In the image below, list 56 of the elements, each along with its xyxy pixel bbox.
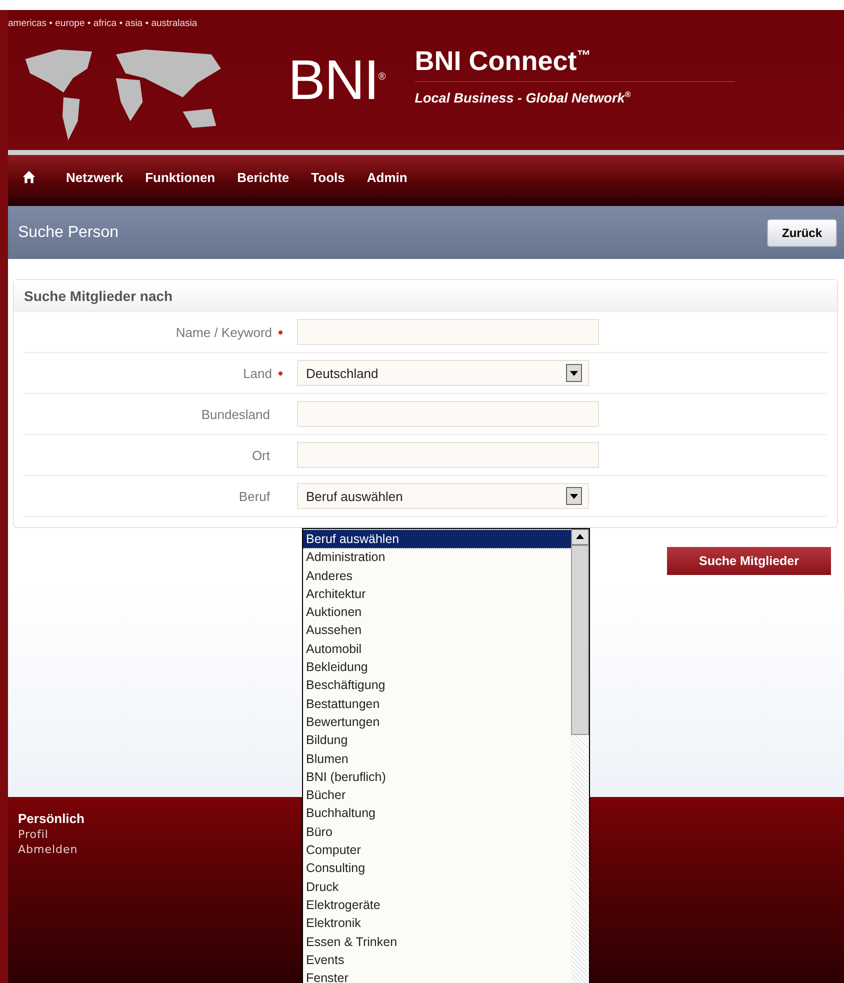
nav-link[interactable]: Tools — [311, 170, 345, 184]
input-field[interactable] — [297, 319, 599, 345]
dropdown-option[interactable]: Computer — [303, 841, 571, 860]
bni-logo: BNI$^{®}$ — [288, 52, 385, 108]
field-label: Beruf — [238, 488, 270, 504]
field-label: Name / Keyword — [176, 324, 272, 340]
site-title: BNI Connect$^{™}$ — [414, 46, 735, 82]
scroll-up-icon[interactable] — [576, 533, 584, 541]
select-field[interactable]: Deutschland — [297, 360, 589, 386]
tagline: Local Business - Global Network$^{®}$ — [414, 90, 632, 106]
field-label: Ort — [252, 448, 270, 462]
dropdown-option[interactable]: Beschäftigung — [303, 676, 571, 695]
dropdown-option[interactable]: Bestattungen — [303, 694, 571, 713]
dropdown-option[interactable]: Blumen — [303, 750, 571, 768]
dropdown-option[interactable]: BNI (beruflich) — [303, 768, 571, 786]
nav-link[interactable]: Admin — [366, 170, 408, 184]
dropdown-option[interactable]: Automobil — [303, 640, 571, 658]
dropdown-option[interactable]: Druck — [303, 878, 571, 896]
nav-link[interactable]: Berichte — [237, 170, 290, 184]
dropdown-option[interactable]: Buchhaltung — [303, 804, 571, 823]
caret-icon — [570, 492, 578, 500]
dropdown-option[interactable]: Elektronik — [303, 914, 571, 933]
regions-text: americas • europe • africa • asia • australasia — [8, 18, 198, 29]
field-label: Land — [243, 366, 272, 380]
nav-link[interactable]: Funktionen — [145, 170, 216, 184]
dropdown-option[interactable]: Fenster — [303, 969, 571, 983]
caret-icon — [570, 369, 578, 377]
card-title: Suche Mitglieder nach — [24, 288, 173, 304]
dropdown-option[interactable]: Aussehen — [303, 621, 571, 640]
field-label: Bundesland — [201, 406, 270, 422]
dropdown-option[interactable]: Events — [303, 950, 571, 970]
dropdown-option[interactable]: Elektrogeräte — [303, 896, 571, 914]
dropdown-option[interactable]: Bildung — [303, 731, 571, 750]
input-field[interactable] — [297, 401, 599, 427]
nav-link[interactable]: Netzwerk — [66, 170, 124, 184]
dropdown-option[interactable]: Bücher — [303, 786, 571, 804]
dropdown-option[interactable]: Anderes — [303, 566, 571, 585]
dropdown-option[interactable]: Consulting — [303, 859, 571, 878]
select-field[interactable]: Beruf auswählen — [297, 483, 589, 509]
footer-heading: Persönlich — [18, 811, 84, 826]
dropdown-option[interactable]: Büro — [303, 822, 571, 842]
dropdown-option[interactable]: Essen & Trinken — [303, 932, 571, 951]
dropdown-option[interactable]: Beruf auswählen — [303, 530, 571, 548]
footer-link[interactable]: Abmelden — [18, 843, 78, 856]
dropdown-option[interactable]: Bekleidung — [303, 658, 571, 676]
page-title: Suche Person — [18, 224, 119, 242]
back-button[interactable]: Zurück — [766, 218, 837, 246]
input-field[interactable] — [297, 442, 599, 468]
dropdown-option[interactable]: Auktionen — [303, 603, 571, 622]
home-icon[interactable] — [22, 170, 36, 184]
scrollbar[interactable] — [571, 529, 589, 983]
dropdown-option[interactable]: Bewertungen — [303, 712, 571, 732]
dropdown-option[interactable]: Architektur — [303, 584, 571, 604]
search-button[interactable]: Suche Mitglieder — [667, 547, 831, 575]
dropdown-option[interactable]: Administration — [303, 548, 571, 567]
footer-link[interactable]: Profil — [18, 828, 48, 841]
